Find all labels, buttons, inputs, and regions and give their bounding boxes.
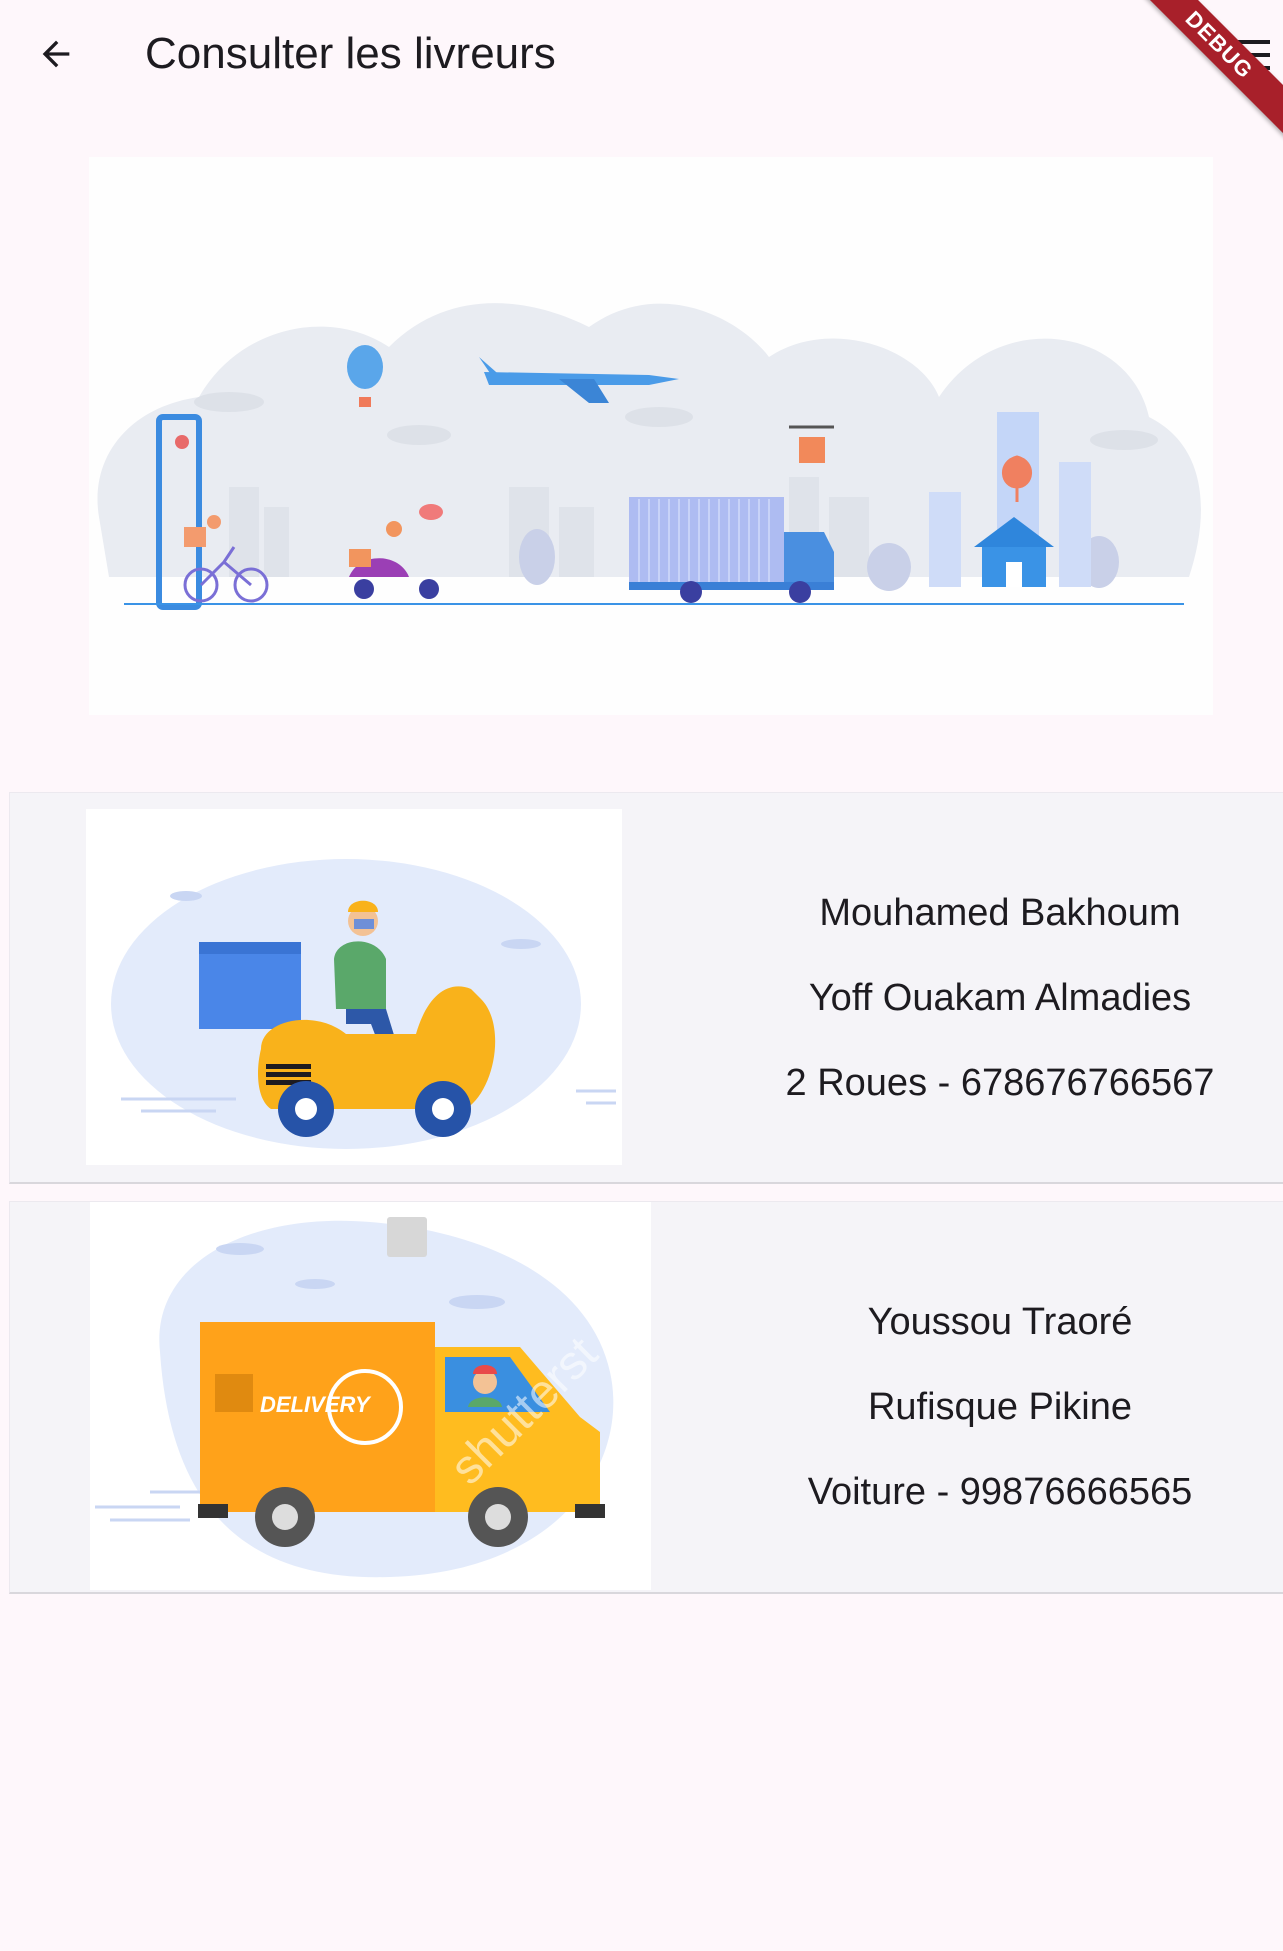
courier-info: Mouhamed Bakhoum Yoff Ouakam Almadies 2 …: [730, 891, 1270, 1146]
van-delivery-text: DELIVERY: [260, 1392, 372, 1417]
app-screen: Consulter les livreurs DEBUG Mouhamed Ba…: [0, 0, 1283, 1951]
courier-area: Yoff Ouakam Almadies: [808, 977, 1192, 1019]
courier-name: Youssou Traoré: [867, 1301, 1133, 1343]
delivery-van-illustration: DELIVERY shutterst: [90, 1202, 651, 1590]
scooter-delivery-illustration: [86, 809, 622, 1165]
courier-info: Youssou Traoré Rufisque Pikine Voiture -…: [730, 1300, 1270, 1555]
hero-illustration: [89, 157, 1213, 715]
back-button[interactable]: [26, 24, 86, 84]
courier-area: Rufisque Pikine: [867, 1386, 1133, 1428]
courier-card[interactable]: Mouhamed Bakhoum Yoff Ouakam Almadies 2 …: [9, 792, 1283, 1184]
courier-card[interactable]: DELIVERY shutterst Youssou Traoré Rufisq…: [9, 1201, 1283, 1594]
page-title: Consulter les livreurs: [145, 29, 556, 78]
app-bar: Consulter les livreurs DEBUG: [0, 0, 1283, 149]
debug-banner: DEBUG: [1115, 0, 1283, 149]
courier-vehicle-phone: Voiture - 99876666565: [807, 1471, 1193, 1513]
courier-vehicle-phone: 2 Roues - 678676766567: [785, 1062, 1215, 1104]
courier-name: Mouhamed Bakhoum: [819, 892, 1181, 934]
arrow-back-icon: [42, 40, 70, 68]
